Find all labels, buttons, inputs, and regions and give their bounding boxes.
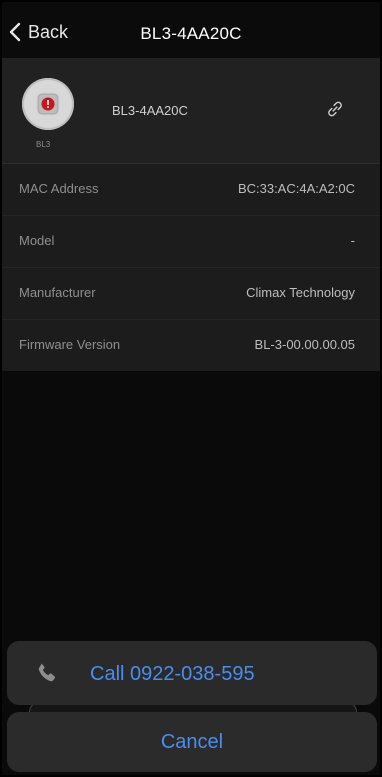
info-value: Climax Technology [246, 285, 355, 300]
info-value: BL-3-00.00.00.05 [254, 337, 355, 352]
info-value: - [350, 233, 355, 248]
info-row-model: Model - [2, 215, 380, 267]
cancel-label: Cancel [160, 731, 224, 753]
info-label: Manufacturer [19, 285, 96, 300]
info-label: Firmware Version [19, 337, 121, 352]
device-icon-caption: BL3 [36, 140, 51, 149]
info-row-manufacturer: Manufacturer Climax Technology [2, 267, 380, 319]
info-label: Model [19, 233, 55, 248]
device-info-list: MAC Address BC:33:AC:4A:A2:0C Model - Ma… [2, 163, 380, 371]
link-icon [328, 101, 342, 117]
info-row-mac-address: MAC Address BC:33:AC:4A:A2:0C [2, 163, 380, 215]
link-button[interactable] [324, 98, 346, 120]
call-action-button[interactable]: Call 0922-038-595 [7, 641, 377, 705]
info-row-firmware-version: Firmware Version BL-3-00.00.00.05 [2, 319, 380, 371]
device-card: BL3 BL3-4AA20C [2, 58, 380, 163]
navigation-bar: Back BL3-4AA20C [2, 2, 380, 58]
phone-icon [38, 663, 56, 682]
device-detail-screen: Back BL3-4AA20C BL3 BL3-4AA20C MAC Addre… [2, 2, 380, 775]
info-value: BC:33:AC:4A:A2:0C [237, 181, 355, 196]
page-title: BL3-4AA20C [140, 24, 242, 43]
cancel-button[interactable]: Cancel [7, 712, 377, 772]
panic-button-device-icon [22, 78, 74, 130]
device-name: BL3-4AA20C [112, 103, 188, 118]
info-label: MAC Address [19, 181, 99, 196]
call-label: Call 0922-038-595 [90, 663, 255, 685]
